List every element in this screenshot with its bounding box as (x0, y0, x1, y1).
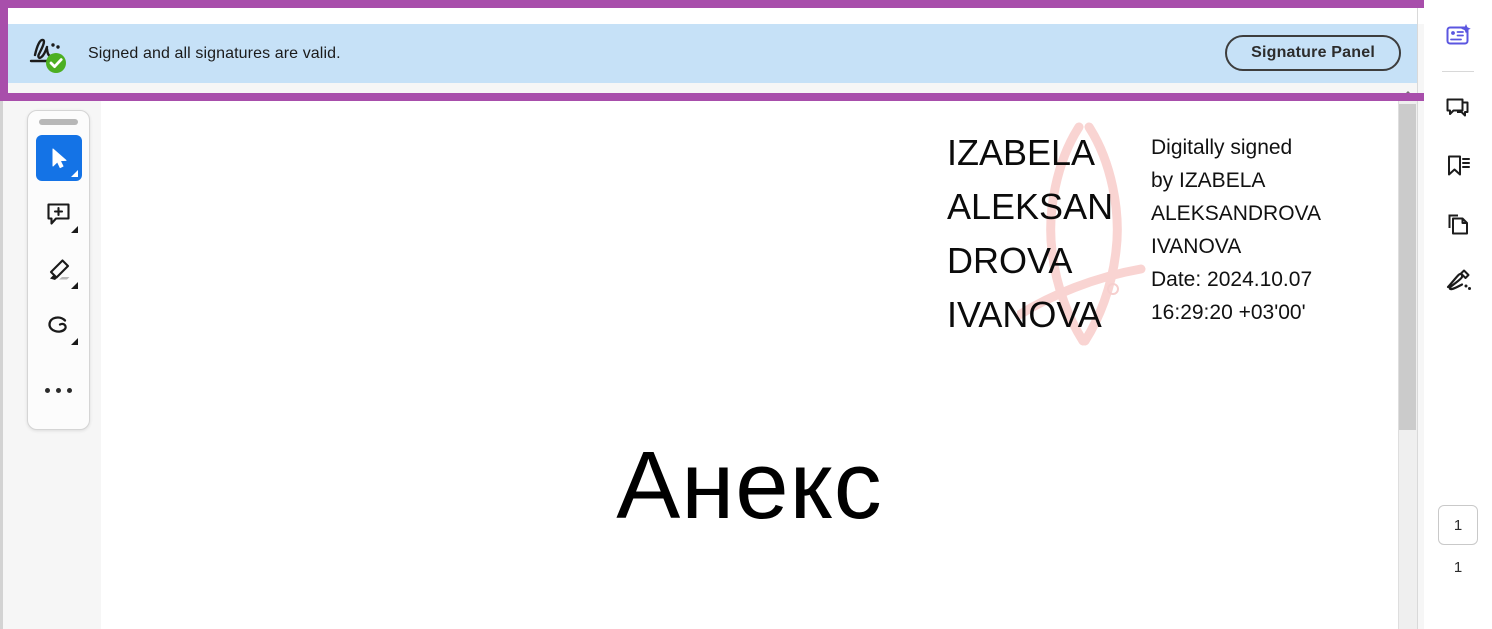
bookmarks-rail-button[interactable] (1436, 144, 1480, 188)
speech-bubbles-icon (1446, 98, 1468, 116)
lasso-draw-icon (47, 316, 67, 333)
signature-details-text: Digitally signed by IZABELA ALEKSANDROVA… (1151, 136, 1321, 324)
document-heading: Анекс (616, 432, 883, 539)
signature-valid-icon (26, 33, 72, 75)
sig-bar-top-strip (8, 8, 1426, 24)
select-tool-button[interactable] (35, 135, 82, 181)
caret-up-icon (1402, 90, 1413, 96)
comment-plus-icon (47, 202, 70, 225)
document-page: IZABELA ALEKSAN DROVA IVANOVA Digitally … (101, 101, 1398, 629)
page-thumbnails-rail-button[interactable] (1436, 202, 1480, 246)
tool-menu-caret-icon[interactable] (70, 282, 78, 289)
tool-menu-caret-icon[interactable] (70, 338, 78, 345)
floating-annotation-toolbar[interactable] (27, 110, 90, 430)
tool-menu-caret-icon[interactable] (70, 170, 78, 177)
bookmark-list-icon (1447, 155, 1470, 175)
ai-sparkle-card-icon (1446, 23, 1471, 44)
copy-pages-icon (1448, 214, 1468, 234)
vertical-scrollbar-thumb[interactable] (1399, 104, 1416, 430)
current-page-input[interactable]: 1 (1438, 505, 1478, 545)
total-pages-label: 1 (1453, 559, 1463, 576)
scroll-up-button[interactable] (1398, 85, 1417, 101)
rail-divider (1442, 71, 1474, 72)
ellipsis-dot (56, 387, 61, 393)
highlighter-icon (49, 258, 70, 280)
tool-menu-caret-icon[interactable] (70, 226, 78, 233)
ellipsis-dot (67, 387, 72, 393)
page-navigation: 1 1 (1424, 505, 1492, 576)
right-sidebar-rail: 1 1 (1424, 0, 1492, 629)
signature-status-bar: Signed and all signatures are valid. Sig… (8, 24, 1418, 83)
ellipsis-dot (45, 387, 50, 393)
signature-status-message: Signed and all signatures are valid. (88, 44, 341, 62)
comments-rail-button[interactable] (1436, 86, 1480, 130)
viewer-left-edge (0, 101, 3, 629)
signature-signer-name: IZABELA ALEKSAN DROVA IVANOVA (947, 132, 1114, 335)
more-tools-button[interactable] (36, 367, 82, 413)
pdf-viewer: IZABELA ALEKSAN DROVA IVANOVA Digitally … (0, 0, 1424, 629)
signature-panel-button[interactable]: Signature Panel (1225, 35, 1401, 71)
ai-assistant-rail-button[interactable] (1436, 14, 1480, 58)
fill-and-sign-rail-button[interactable] (1436, 260, 1480, 304)
cursor-arrow-icon (52, 148, 66, 169)
sig-bar-bottom-strip (8, 83, 1426, 93)
add-comment-tool-button[interactable] (36, 191, 82, 237)
digital-signature-stamp[interactable]: IZABELA ALEKSAN DROVA IVANOVA Digitally … (947, 117, 1347, 352)
pen-signature-icon (1446, 269, 1471, 291)
freehand-draw-tool-button[interactable] (36, 303, 82, 349)
highlight-tool-button[interactable] (36, 247, 82, 293)
toolbar-drag-handle[interactable] (39, 119, 78, 125)
viewer-right-border (1417, 0, 1418, 629)
